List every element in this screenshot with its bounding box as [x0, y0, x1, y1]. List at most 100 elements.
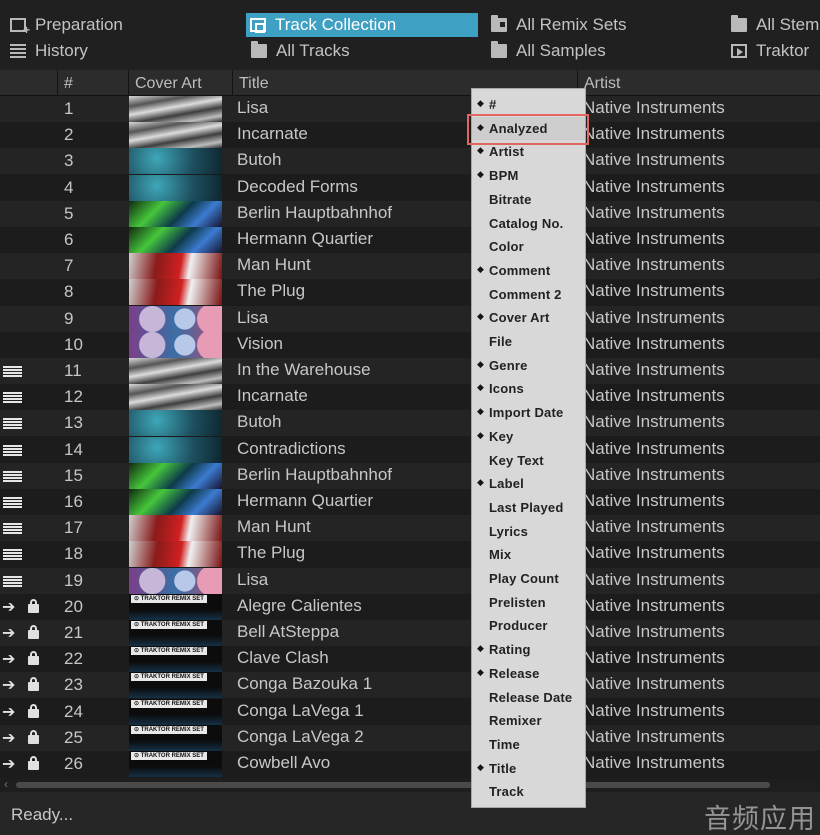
table-row[interactable]: 18 The Plug Native Instruments [0, 541, 820, 568]
menu-item-label: Key [489, 428, 514, 444]
favorite-traktor[interactable]: Traktor [731, 39, 809, 63]
column-header-number-label: # [64, 75, 73, 92]
menu-item-rating[interactable]: ◆ Rating [472, 638, 585, 661]
table-row[interactable]: ➔ 20 ⊙ TRAKTOR REMIX SET Alegre Calientes Na… [0, 593, 820, 620]
table-row[interactable]: 16 Hermann Quartier Native Instruments [0, 489, 820, 515]
favorite-all-samples[interactable]: All Samples [491, 39, 606, 63]
favorites-bar: Preparation Track Collection All Remix Set… [0, 0, 820, 70]
arrow-right-icon: ➔ [2, 677, 16, 695]
table-row[interactable]: 9 Lisa Native Instruments [0, 305, 820, 332]
table-row[interactable]: 8 The Plug Native Instruments [0, 279, 820, 306]
track-title: Incarnate [237, 124, 308, 144]
table-row[interactable]: ➔ 23 ⊙ TRAKTOR REMIX SET Conga Bazouka 1 Nat… [0, 672, 820, 699]
favorite-preparation[interactable]: Preparation [10, 13, 123, 37]
track-artist: Native Instruments [583, 229, 725, 248]
menu-item-key[interactable]: ◆ Key [472, 425, 585, 448]
table-row[interactable]: 12 Incarnate Native Instruments [0, 384, 820, 411]
table-row[interactable]: ➔ 25 ⊙ TRAKTOR REMIX SET Conga LaVega 2 Nati… [0, 724, 820, 751]
menu-item-comment[interactable]: ◆ Comment [472, 259, 585, 282]
favorite-all-tracks[interactable]: All Tracks [251, 39, 350, 63]
menu-item-import-date[interactable]: ◆ Import Date [472, 401, 585, 424]
menu-item-comment-2[interactable]: Comment 2 [472, 283, 585, 306]
scrollbar-thumb[interactable] [16, 782, 770, 788]
table-row[interactable]: ➔ 22 ⊙ TRAKTOR REMIX SET Clave Clash Native … [0, 646, 820, 673]
menu-item-file[interactable]: File [472, 330, 585, 353]
menu-item-[interactable]: ◆ # [472, 93, 585, 116]
table-row[interactable]: 10 Vision Native Instruments [0, 331, 820, 358]
table-row[interactable]: 2 Incarnate Native Instruments [0, 122, 820, 149]
favorite-track-collection[interactable]: Track Collection [246, 13, 478, 37]
table-row[interactable]: 15 Berlin Hauptbahnhof Native Instruments [0, 462, 820, 489]
table-row[interactable]: 4 Decoded Forms Native Instruments [0, 174, 820, 201]
menu-item-release-date[interactable]: Release Date [472, 686, 585, 709]
track-artist: Native Instruments [583, 124, 725, 144]
menu-item-label[interactable]: ◆ Label [472, 472, 585, 495]
menu-item-title[interactable]: ◆ Title [472, 757, 585, 780]
table-row[interactable]: ➔ 26 ⊙ TRAKTOR REMIX SET Cowbell Avo Native … [0, 751, 820, 777]
table-row[interactable]: 5 Berlin Hauptbahnhof Native Instruments [0, 200, 820, 227]
menu-item-label: BPM [489, 168, 519, 184]
table-row[interactable]: 19 Lisa Native Instruments [0, 567, 820, 594]
menu-item-label: Release Date [489, 689, 573, 705]
table-row[interactable]: 17 Man Hunt Native Instruments [0, 515, 820, 542]
table-row[interactable]: 1 Lisa Native Instruments [0, 96, 820, 122]
menu-item-release[interactable]: ◆ Release [472, 662, 585, 685]
table-row[interactable]: 13 Butoh Native Instruments [0, 410, 820, 437]
track-number: 1 [64, 99, 74, 118]
table-row[interactable]: 6 Hermann Quartier Native Instruments [0, 227, 820, 253]
menu-item-color[interactable]: Color [472, 235, 585, 258]
menu-item-label: File [489, 334, 513, 349]
menu-item-mix[interactable]: Mix [472, 543, 585, 566]
column-header-number[interactable]: # [57, 70, 129, 96]
menu-item-label: Bitrate [489, 191, 532, 207]
history-list-icon [10, 44, 26, 58]
table-row[interactable]: 11 In the Warehouse Native Instruments [0, 358, 820, 384]
preparation-list-icon [10, 18, 30, 37]
menu-item-time[interactable]: Time [472, 733, 585, 756]
watermark: 音频应用 [704, 804, 816, 834]
column-header-artist-label: Artist [584, 75, 621, 92]
column-header-artist[interactable]: Artist [577, 70, 820, 96]
table-row[interactable]: 14 Contradictions Native Instruments [0, 436, 820, 463]
track-number: 23 [64, 675, 83, 695]
favorite-all-stem[interactable]: All Stem [731, 13, 819, 37]
horizontal-scrollbar[interactable]: ‹ [0, 777, 820, 792]
favorite-all-remix-sets[interactable]: All Remix Sets [491, 13, 627, 37]
menu-item-lyrics[interactable]: Lyrics [472, 520, 585, 543]
lock-icon [28, 598, 39, 613]
arrow-right-icon: ➔ [2, 651, 16, 669]
favorite-label: Track Collection [275, 15, 397, 34]
track-title: In the Warehouse [237, 360, 371, 379]
menu-item-play-count[interactable]: Play Count [472, 567, 585, 590]
menu-item-remixer[interactable]: Remixer [472, 709, 585, 732]
menu-item-label: Icons [489, 381, 524, 397]
track-collection-icon [250, 18, 266, 33]
scroll-left-icon[interactable]: ‹ [4, 777, 8, 791]
menu-item-bitrate[interactable]: Bitrate [472, 188, 585, 211]
cover-art-thumbnail [129, 515, 222, 542]
menu-item-cover-art[interactable]: ◆ Cover Art [472, 306, 585, 329]
menu-item-catalog-no[interactable]: Catalog No. [472, 212, 585, 235]
menu-item-genre[interactable]: ◆ Genre [472, 354, 585, 377]
menu-item-key-text[interactable]: Key Text [472, 449, 585, 472]
column-header-cover-art[interactable]: Cover Art [128, 70, 232, 96]
favorite-history[interactable]: History [10, 39, 88, 63]
table-row[interactable]: ➔ 24 ⊙ TRAKTOR REMIX SET Conga LaVega 1 Nati… [0, 698, 820, 725]
track-artist: Native Instruments [583, 150, 725, 170]
menu-item-label: Time [489, 736, 520, 752]
menu-item-prelisten[interactable]: Prelisten [472, 591, 585, 614]
checkmark-icon: ◆ [477, 477, 484, 488]
track-number: 15 [64, 465, 83, 485]
track-artist: Native Instruments [583, 360, 725, 379]
menu-item-bpm[interactable]: ◆ BPM [472, 164, 585, 187]
table-row[interactable]: 7 Man Hunt Native Instruments [0, 253, 820, 280]
menu-item-track[interactable]: Track [472, 780, 585, 803]
menu-item-producer[interactable]: Producer [472, 614, 585, 637]
checkmark-icon: ◆ [477, 429, 484, 440]
arrow-right-icon: ➔ [2, 729, 16, 747]
table-row[interactable]: ➔ 21 ⊙ TRAKTOR REMIX SET Bell AtSteppa Nativ… [0, 620, 820, 646]
table-row[interactable]: 3 Butoh Native Instruments [0, 148, 820, 175]
menu-item-last-played[interactable]: Last Played [472, 496, 585, 519]
menu-item-icons[interactable]: ◆ Icons [472, 377, 585, 400]
list-icon [3, 392, 22, 404]
